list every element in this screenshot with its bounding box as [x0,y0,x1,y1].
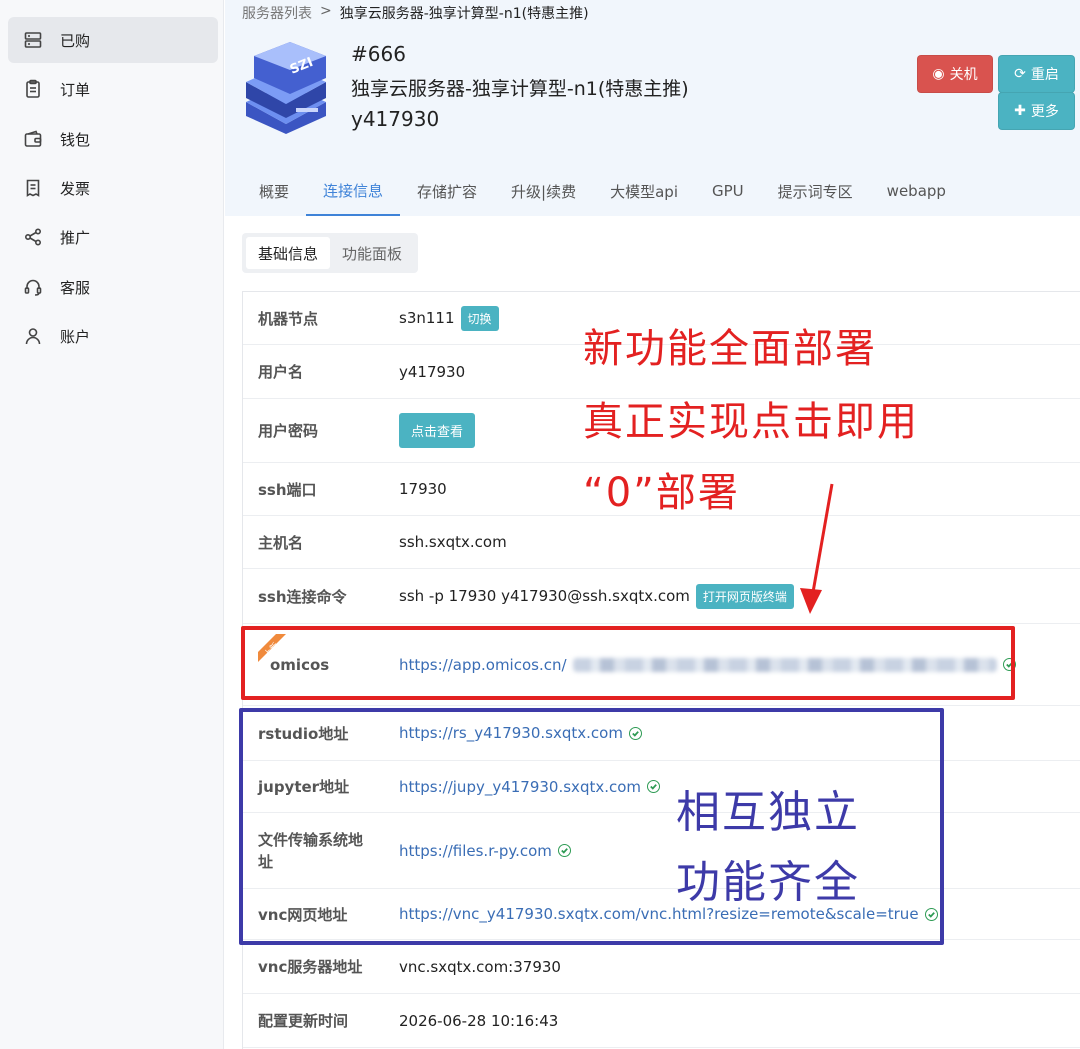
sidebar-item-account[interactable]: 账户 [8,313,218,359]
ssh-command-value: ssh -p 17930 y417930@ssh.sxqtx.com [399,587,690,605]
row-hostname: 主机名 ssh.sxqtx.com [243,516,1080,569]
row-label: 机器节点 [258,309,319,328]
row-label: 用户密码 [258,422,319,440]
breadcrumb-separator: > [320,3,332,19]
sidebar-item-wallet[interactable]: 钱包 [8,116,218,162]
subtab-basic-info[interactable]: 基础信息 [246,237,331,269]
sidebar-item-label: 账户 [60,327,91,346]
node-value: s3n111 [399,309,455,327]
switch-node-button[interactable]: 切换 [460,305,499,331]
tab-webapp[interactable]: webapp [870,166,963,216]
sidebar-item-label: 客服 [60,278,91,297]
tab-storage[interactable]: 存储扩容 [400,166,494,216]
open-web-terminal-button[interactable]: 打开网页版终端 [695,583,794,609]
server-id: #666 [351,42,406,66]
sidebar-item-support[interactable]: 客服 [8,264,218,310]
server-icon [22,29,44,51]
view-password-button[interactable]: 点击查看 [399,413,476,448]
receipt-icon [22,177,44,199]
row-label: ssh端口 [258,480,317,499]
annotation-arrow [800,483,834,614]
updated-time-value: 2026-06-28 10:16:43 [399,1011,559,1030]
tab-llm-api[interactable]: 大模型api [593,166,695,216]
row-label: 配置更新时间 [258,1012,349,1030]
breadcrumb-root[interactable]: 服务器列表 [242,3,312,23]
tab-connection[interactable]: 连接信息 [306,166,401,216]
annotation-blue-line1: 相互独立 [676,787,860,838]
breadcrumb: 服务器列表 > 独享云服务器-独享计算型-n1(特惠主推) [242,3,589,23]
row-label: 用户名 [258,363,304,381]
sidebar-item-label: 已购 [60,31,91,50]
sidebar-item-label: 订单 [60,80,91,99]
server-logo: SZI [246,42,326,134]
plus-icon: ✚ [1014,103,1026,119]
headset-icon [22,276,44,298]
sidebar-item-label: 推广 [60,228,91,247]
tab-overview[interactable]: 概要 [242,166,306,216]
more-button[interactable]: ✚ 更多 [998,92,1075,130]
wallet-icon [22,128,44,150]
server-name: 独享云服务器-独享计算型-n1(特惠主推) [351,78,689,100]
sidebar-item-promotion[interactable]: 推广 [8,214,218,260]
annotation-red-line1: 新功能全面部署 [583,326,877,372]
power-icon: ◉ [932,66,945,82]
restart-button[interactable]: ⟳ 重启 [998,55,1075,93]
hostname-value: ssh.sxqtx.com [399,533,507,551]
row-label: ssh连接命令 [258,587,347,606]
vnc-server-value: vnc.sxqtx.com:37930 [399,957,561,976]
breadcrumb-current: 独享云服务器-独享计算型-n1(特惠主推) [339,6,589,22]
ssh-port-value: 17930 [399,480,447,498]
sidebar-item-invoice[interactable]: 发票 [8,165,218,211]
restart-label: 重启 [1030,67,1059,83]
share-icon [22,226,44,248]
annotation-blue-line2: 功能齐全 [676,857,860,908]
annotation-red-line2: 真正实现点击即用 [583,399,919,445]
shutdown-label: 关机 [949,67,978,83]
refresh-icon: ⟳ [1014,66,1026,82]
clipboard-icon [22,78,44,100]
sub-tabs: 基础信息 功能面板 [242,233,419,273]
sidebar: 已购 订单 钱包 发票 推广 客服 账户 [0,0,224,1049]
sidebar-item-orders[interactable]: 订单 [8,66,218,112]
more-label: 更多 [1030,104,1059,120]
server-user: y417930 [351,107,440,131]
shutdown-button[interactable]: ◉ 关机 [917,55,993,93]
highlight-box-red [241,626,1015,700]
user-icon [22,325,44,347]
row-label: 主机名 [258,533,304,552]
main-tabs: 概要 连接信息 存储扩容 升级|续费 大模型api GPU 提示词专区 weba… [242,166,963,216]
subtab-function-panel[interactable]: 功能面板 [330,237,414,269]
sidebar-item-label: 钱包 [60,130,91,149]
username-value: y417930 [399,362,466,381]
row-vnc-server: vnc服务器地址 vnc.sxqtx.com:37930 [243,940,1080,994]
row-label: vnc服务器地址 [258,958,363,976]
row-ssh-command: ssh连接命令 ssh -p 17930 y417930@ssh.sxqtx.c… [243,569,1080,624]
tab-gpu[interactable]: GPU [695,166,761,216]
row-updated-time: 配置更新时间 2026-06-28 10:16:43 [243,994,1080,1048]
tab-upgrade[interactable]: 升级|续费 [494,166,593,216]
sidebar-item-purchased[interactable]: 已购 [8,17,218,63]
tab-prompts[interactable]: 提示词专区 [761,166,870,216]
annotation-red-line3: “0”部署 [583,470,740,516]
sidebar-item-label: 发票 [60,179,91,198]
